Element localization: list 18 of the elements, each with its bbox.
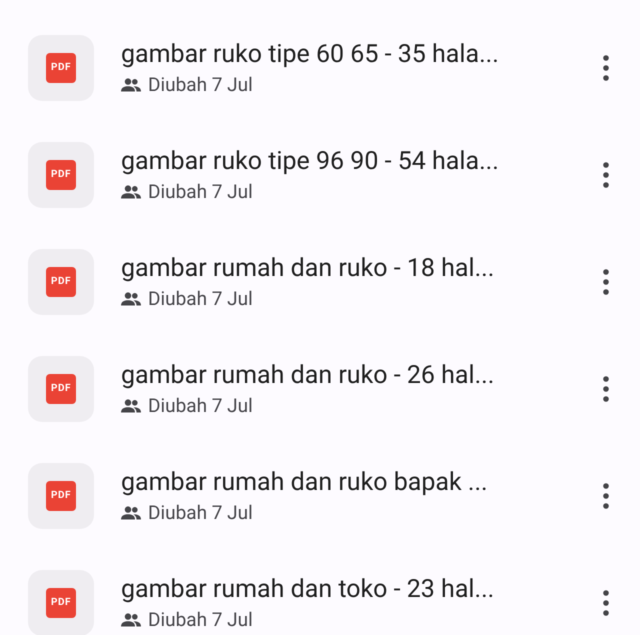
modified-date: Diubah 7 Jul [148,394,253,418]
file-title[interactable]: gambar rumah dan toko - 23 hal... [121,574,594,606]
pdf-badge: PDF [46,374,76,404]
modified-date: Diubah 7 Jul [148,608,253,632]
pdf-badge: PDF [46,266,76,296]
file-title[interactable]: gambar ruko tipe 60 65 - 35 hala... [121,38,594,70]
pdf-badge: PDF [46,160,76,190]
file-title[interactable]: gambar rumah dan ruko bapak ... [121,466,594,498]
modified-date: Diubah 7 Jul [148,180,253,204]
modified-date: Diubah 7 Jul [148,500,253,524]
modified-date: Diubah 7 Jul [148,72,253,96]
file-title[interactable]: gambar rumah dan ruko - 26 hal... [121,360,594,392]
file-title[interactable]: gambar rumah dan ruko - 18 hal... [121,252,594,284]
pdf-badge: PDF [46,52,76,82]
pdf-badge: PDF [46,588,76,618]
modified-date: Diubah 7 Jul [148,286,253,310]
pdf-badge: PDF [46,480,76,510]
file-title[interactable]: gambar ruko tipe 96 90 - 54 hala... [121,146,594,178]
